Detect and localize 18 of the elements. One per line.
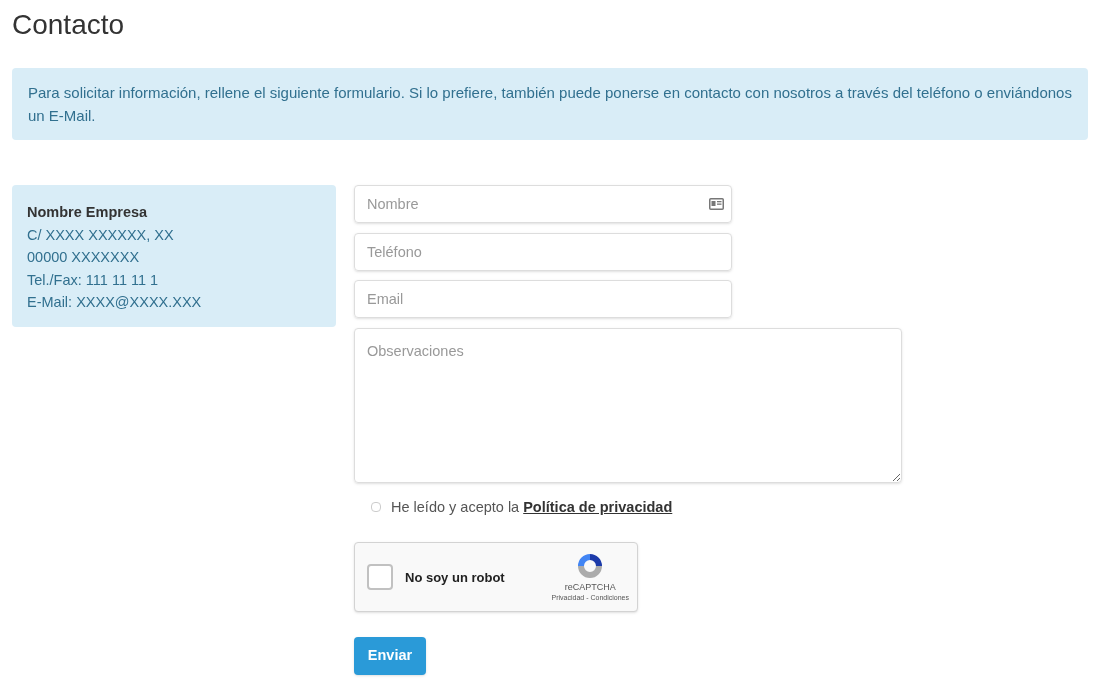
company-detail: Tel./Fax: 111 11 11 1	[27, 270, 159, 290]
privacy-consent-text: He leído y acepto la Política de privacidad	[391, 497, 673, 517]
company-detail: 00000 XXXXXXX	[27, 248, 140, 267]
company-name: Nombre Empresa	[27, 203, 148, 222]
recaptcha-label: No soy un robot	[405, 568, 506, 587]
observations-field[interactable]: Observaciones	[354, 327, 902, 483]
text-field[interactable]: Teléfono	[354, 232, 732, 271]
privacy-checkbox[interactable]	[371, 502, 381, 513]
info-banner: Para solicitar información, rellene el siguiente formulario. Si lo prefiere, también puede ponerse en contacto con nosotros a través del teléfono o enviándonos un E-Mail.	[12, 68, 1088, 140]
privacy-policy-link[interactable]: Política de privacidad	[523, 498, 673, 515]
id-card-icon	[709, 198, 724, 210]
page-title: Contacto	[12, 8, 125, 42]
recaptcha-brand: reCAPTCHA	[564, 581, 616, 594]
company-detail: C/ XXXX XXXXXX, XX	[27, 225, 174, 245]
text-field[interactable]: Nombre	[354, 185, 732, 223]
recaptcha-checkbox[interactable]	[367, 564, 393, 591]
company-detail: E-Mail: XXXX@XXXX.XXX	[27, 293, 202, 312]
text-field[interactable]: Email	[354, 280, 732, 318]
